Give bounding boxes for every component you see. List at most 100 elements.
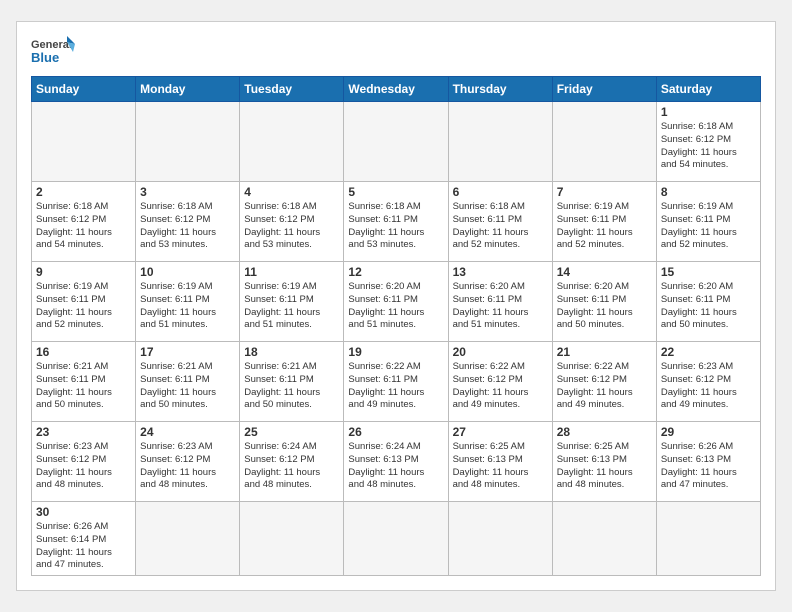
day-number: 29 [661,425,756,439]
calendar-cell [136,101,240,181]
calendar-cell: 21Sunrise: 6:22 AM Sunset: 6:12 PM Dayli… [552,341,656,421]
calendar-cell: 28Sunrise: 6:25 AM Sunset: 6:13 PM Dayli… [552,421,656,501]
weekday-friday: Friday [552,76,656,101]
logo: General Blue [31,32,75,70]
day-info: Sunrise: 6:22 AM Sunset: 6:12 PM Dayligh… [557,361,652,412]
day-number: 27 [453,425,548,439]
calendar-cell: 3 Sunrise: 6:18 AM Sunset: 6:12 PM Daylig… [136,181,240,261]
day-info: Sunrise: 6:19 AM Sunset: 6:11 PM Dayligh… [557,201,652,252]
calendar-cell: 2 Sunrise: 6:18 AM Sunset: 6:12 PM Daylig… [32,181,136,261]
day-number: 13 [453,265,548,279]
day-info: Sunrise: 6:20 AM Sunset: 6:11 PM Dayligh… [453,281,548,332]
calendar-table: SundayMondayTuesdayWednesdayThursdayFrid… [31,76,761,576]
day-number: 11 [244,265,339,279]
calendar-cell [656,501,760,575]
day-info: Sunrise: 6:26 AM Sunset: 6:14 PM Dayligh… [36,521,131,572]
day-number: 23 [36,425,131,439]
calendar-container: General Blue SundayMondayTuesdayWednesda… [16,21,776,591]
day-number: 6 [453,185,548,199]
calendar-cell: 30 Sunrise: 6:26 AM Sunset: 6:14 PM Dayli… [32,501,136,575]
day-info: Sunrise: 6:18 AM Sunset: 6:12 PM Dayligh… [661,121,756,172]
calendar-cell [552,501,656,575]
calendar-cell: 16 Sunrise: 6:21 AM Sunset: 6:11 PM Dayli… [32,341,136,421]
day-number: 20 [453,345,548,359]
weekday-header-row: SundayMondayTuesdayWednesdayThursdayFrid… [32,76,761,101]
day-info: Sunrise: 6:22 AM Sunset: 6:11 PM Dayligh… [348,361,443,412]
calendar-cell: 13 Sunrise: 6:20 AM Sunset: 6:11 PM Dayli… [448,261,552,341]
calendar-cell [240,501,344,575]
logo-svg: General Blue [31,32,75,70]
day-number: 16 [36,345,131,359]
day-number: 1 [661,105,756,119]
calendar-cell: 27 Sunrise: 6:25 AM Sunset: 6:13 PM Dayli… [448,421,552,501]
day-info: Sunrise: 6:21 AM Sunset: 6:11 PM Dayligh… [244,361,339,412]
day-info: Sunrise: 6:25 AM Sunset: 6:13 PM Dayligh… [453,441,548,492]
calendar-cell: 1 Sunrise: 6:18 AM Sunset: 6:12 PM Daylig… [656,101,760,181]
calendar-cell [448,101,552,181]
calendar-cell: 19 Sunrise: 6:22 AM Sunset: 6:11 PM Dayli… [344,341,448,421]
calendar-cell: 8Sunrise: 6:19 AM Sunset: 6:11 PM Daylig… [656,181,760,261]
day-info: Sunrise: 6:20 AM Sunset: 6:11 PM Dayligh… [557,281,652,332]
calendar-row-0: 1 Sunrise: 6:18 AM Sunset: 6:12 PM Daylig… [32,101,761,181]
day-info: Sunrise: 6:18 AM Sunset: 6:11 PM Dayligh… [348,201,443,252]
day-number: 2 [36,185,131,199]
day-info: Sunrise: 6:19 AM Sunset: 6:11 PM Dayligh… [244,281,339,332]
day-info: Sunrise: 6:20 AM Sunset: 6:11 PM Dayligh… [661,281,756,332]
day-number: 19 [348,345,443,359]
day-info: Sunrise: 6:18 AM Sunset: 6:11 PM Dayligh… [453,201,548,252]
calendar-row-5: 30 Sunrise: 6:26 AM Sunset: 6:14 PM Dayli… [32,501,761,575]
weekday-thursday: Thursday [448,76,552,101]
calendar-cell: 24 Sunrise: 6:23 AM Sunset: 6:12 PM Dayli… [136,421,240,501]
calendar-cell: 26Sunrise: 6:24 AM Sunset: 6:13 PM Dayli… [344,421,448,501]
day-info: Sunrise: 6:19 AM Sunset: 6:11 PM Dayligh… [36,281,131,332]
day-number: 12 [348,265,443,279]
day-number: 28 [557,425,652,439]
svg-text:Blue: Blue [31,50,59,65]
calendar-cell: 12 Sunrise: 6:20 AM Sunset: 6:11 PM Dayli… [344,261,448,341]
weekday-sunday: Sunday [32,76,136,101]
day-number: 5 [348,185,443,199]
day-info: Sunrise: 6:23 AM Sunset: 6:12 PM Dayligh… [140,441,235,492]
calendar-cell: 7 Sunrise: 6:19 AM Sunset: 6:11 PM Daylig… [552,181,656,261]
calendar-cell: 10 Sunrise: 6:19 AM Sunset: 6:11 PM Dayli… [136,261,240,341]
calendar-cell: 4 Sunrise: 6:18 AM Sunset: 6:12 PM Daylig… [240,181,344,261]
calendar-row-4: 23 Sunrise: 6:23 AM Sunset: 6:12 PM Dayli… [32,421,761,501]
calendar-cell: 14Sunrise: 6:20 AM Sunset: 6:11 PM Dayli… [552,261,656,341]
day-number: 10 [140,265,235,279]
day-number: 7 [557,185,652,199]
calendar-cell: 11 Sunrise: 6:19 AM Sunset: 6:11 PM Dayli… [240,261,344,341]
day-info: Sunrise: 6:19 AM Sunset: 6:11 PM Dayligh… [140,281,235,332]
calendar-cell: 25Sunrise: 6:24 AM Sunset: 6:12 PM Dayli… [240,421,344,501]
day-number: 22 [661,345,756,359]
calendar-row-1: 2 Sunrise: 6:18 AM Sunset: 6:12 PM Daylig… [32,181,761,261]
day-info: Sunrise: 6:21 AM Sunset: 6:11 PM Dayligh… [36,361,131,412]
calendar-cell [552,101,656,181]
day-info: Sunrise: 6:18 AM Sunset: 6:12 PM Dayligh… [244,201,339,252]
day-number: 30 [36,505,131,519]
calendar-cell [32,101,136,181]
day-info: Sunrise: 6:23 AM Sunset: 6:12 PM Dayligh… [661,361,756,412]
day-number: 25 [244,425,339,439]
weekday-monday: Monday [136,76,240,101]
day-info: Sunrise: 6:24 AM Sunset: 6:13 PM Dayligh… [348,441,443,492]
calendar-cell: 29Sunrise: 6:26 AM Sunset: 6:13 PM Dayli… [656,421,760,501]
day-info: Sunrise: 6:18 AM Sunset: 6:12 PM Dayligh… [36,201,131,252]
calendar-cell [344,501,448,575]
day-info: Sunrise: 6:19 AM Sunset: 6:11 PM Dayligh… [661,201,756,252]
calendar-cell: 15 Sunrise: 6:20 AM Sunset: 6:11 PM Dayli… [656,261,760,341]
day-number: 3 [140,185,235,199]
day-number: 15 [661,265,756,279]
day-info: Sunrise: 6:18 AM Sunset: 6:12 PM Dayligh… [140,201,235,252]
weekday-wednesday: Wednesday [344,76,448,101]
calendar-cell: 18Sunrise: 6:21 AM Sunset: 6:11 PM Dayli… [240,341,344,421]
day-number: 4 [244,185,339,199]
calendar-cell: 9 Sunrise: 6:19 AM Sunset: 6:11 PM Daylig… [32,261,136,341]
day-number: 9 [36,265,131,279]
calendar-row-3: 16 Sunrise: 6:21 AM Sunset: 6:11 PM Dayli… [32,341,761,421]
day-info: Sunrise: 6:20 AM Sunset: 6:11 PM Dayligh… [348,281,443,332]
day-info: Sunrise: 6:21 AM Sunset: 6:11 PM Dayligh… [140,361,235,412]
calendar-cell: 23Sunrise: 6:23 AM Sunset: 6:12 PM Dayli… [32,421,136,501]
day-number: 24 [140,425,235,439]
calendar-cell [344,101,448,181]
weekday-tuesday: Tuesday [240,76,344,101]
